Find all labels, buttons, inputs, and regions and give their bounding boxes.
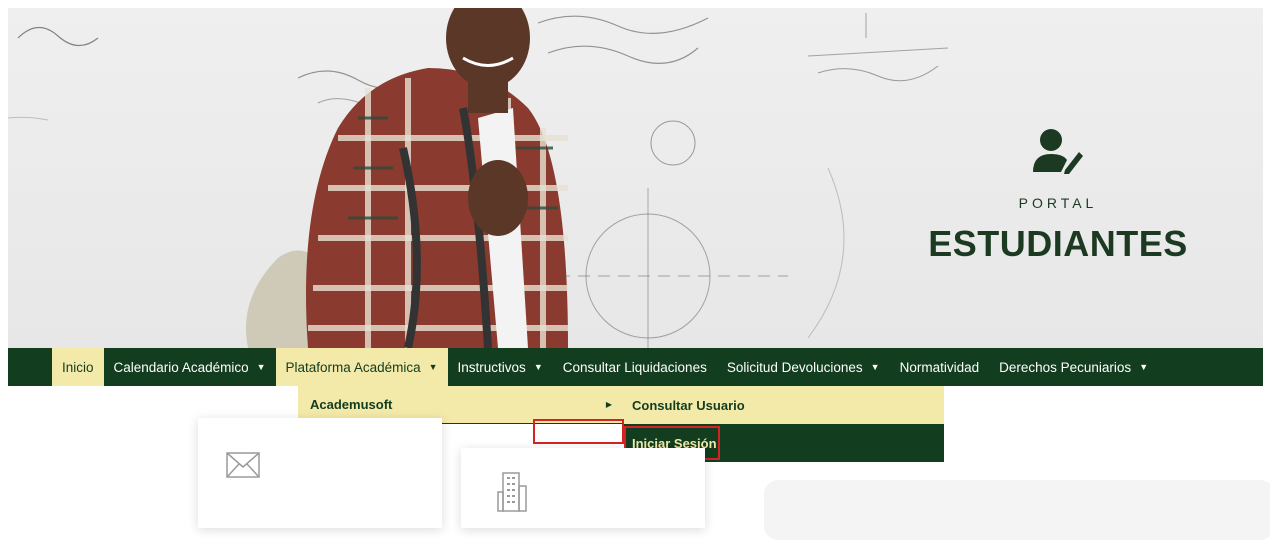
nav-item-consultar-liquidaciones[interactable]: Consultar Liquidaciones xyxy=(553,348,717,386)
content-panel xyxy=(764,480,1270,540)
portal-heading: PORTAL ESTUDIANTES xyxy=(898,128,1218,265)
dropdown-label: Academusoft xyxy=(310,397,393,412)
caret-down-icon: ▼ xyxy=(533,362,543,372)
envelope-icon xyxy=(226,452,260,483)
caret-right-icon: ▶ xyxy=(605,400,612,409)
caret-down-icon: ▼ xyxy=(1139,362,1149,372)
user-edit-icon xyxy=(1033,128,1083,179)
nav-label: Solicitud Devoluciones xyxy=(726,359,863,375)
nav-item-solicitud-devoluciones[interactable]: Solicitud Devoluciones ▼ xyxy=(717,348,890,386)
portal-kicker: PORTAL xyxy=(1018,195,1098,211)
nav-item-plataforma-academica[interactable]: Plataforma Académica ▼ xyxy=(275,348,448,386)
nav-label: Calendario Académico xyxy=(113,359,249,375)
caret-down-icon: ▼ xyxy=(256,362,266,372)
nav-item-calendario-academico[interactable]: Calendario Académico ▼ xyxy=(104,348,276,386)
nav-item-instructivos[interactable]: Instructivos ▼ xyxy=(448,348,553,386)
nav-label: Plataforma Académica xyxy=(285,359,421,375)
nav-label: Consultar Liquidaciones xyxy=(562,359,707,375)
nav-label: Derechos Pecuniarios xyxy=(999,359,1132,375)
caret-down-icon: ▼ xyxy=(428,362,438,372)
portal-title: ESTUDIANTES xyxy=(928,223,1188,264)
submenu-label: Consultar Usuario xyxy=(632,397,745,413)
main-navigation: Inicio Calendario Académico ▼ Plataforma… xyxy=(8,348,1263,386)
quick-link-card[interactable] xyxy=(461,448,705,528)
nav-item-inicio[interactable]: Inicio xyxy=(52,348,104,386)
nav-item-normatividad[interactable]: Normatividad xyxy=(890,348,990,386)
nav-item-derechos-pecuniarios[interactable]: Derechos Pecuniarios ▼ xyxy=(989,348,1158,386)
hero-banner: PORTAL ESTUDIANTES xyxy=(8,8,1263,348)
caret-down-icon: ▼ xyxy=(870,362,880,372)
annotation-box xyxy=(533,419,624,444)
building-icon xyxy=(497,472,527,517)
nav-label: Instructivos xyxy=(457,359,526,375)
submenu-item-consultar-usuario[interactable]: Consultar Usuario xyxy=(624,386,944,424)
student-photo xyxy=(246,8,568,348)
nav-label: Inicio xyxy=(62,359,94,375)
nav-label: Normatividad xyxy=(899,359,980,375)
